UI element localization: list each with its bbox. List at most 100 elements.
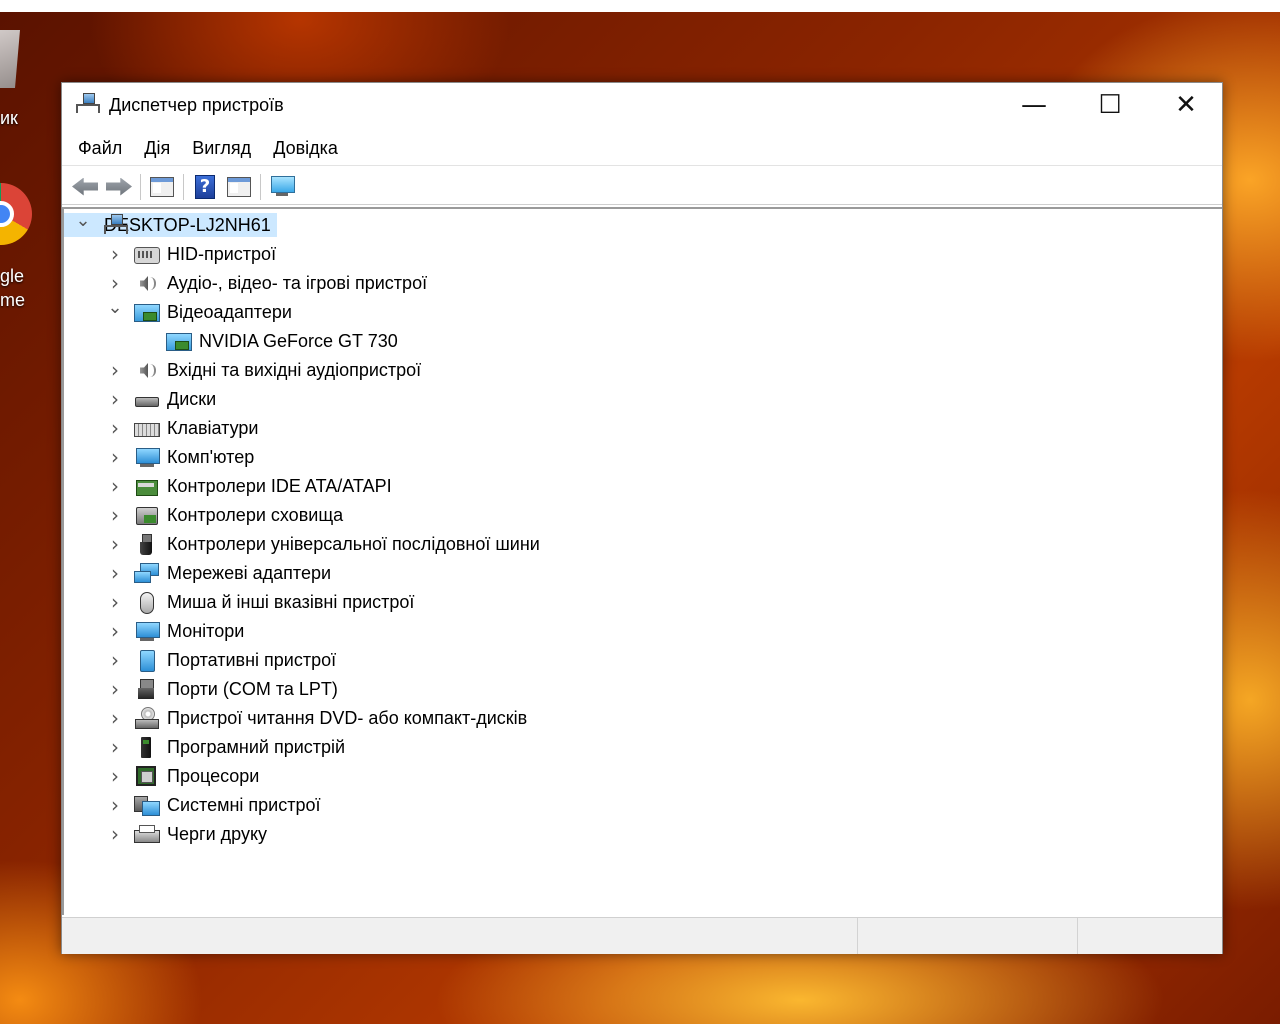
- chevron-right-icon[interactable]: ›: [108, 503, 122, 527]
- tree-category-node[interactable]: › Пристрої читання DVD- або компакт-дискі…: [64, 704, 1214, 732]
- chevron-right-icon[interactable]: ›: [108, 735, 122, 759]
- toolbar-separator: [183, 173, 184, 200]
- tree-category-node[interactable]: › Черги друку: [64, 820, 1214, 848]
- video-adapter-icon: [166, 330, 192, 352]
- tree-category-node[interactable]: › Процесори: [64, 762, 1214, 790]
- tree-category-node[interactable]: › Програмний пристрій: [64, 733, 1214, 761]
- help-button[interactable]: ?: [188, 172, 222, 202]
- properties-button[interactable]: [145, 172, 179, 202]
- toolbar-separator: [140, 173, 141, 200]
- close-button[interactable]: ✕: [1148, 83, 1224, 127]
- tree-category-node[interactable]: › Диски: [64, 385, 1214, 413]
- device-manager-window: Диспетчер пристроїв — ☐ ✕ Файл Дія Вигля…: [61, 82, 1223, 954]
- audio-icon: [134, 272, 158, 294]
- chevron-right-icon[interactable]: ›: [108, 358, 122, 382]
- tree-category-node[interactable]: › Системні пристрої: [64, 791, 1214, 819]
- tree-category-node[interactable]: › Контролери IDE ATA/ATAPI: [64, 472, 1214, 500]
- tree-category-label: Аудіо-, відео- та ігрові пристрої: [167, 273, 428, 293]
- chevron-right-icon[interactable]: ›: [108, 706, 122, 730]
- chevron-right-icon[interactable]: ›: [108, 619, 122, 643]
- title-bar[interactable]: Диспетчер пристроїв — ☐ ✕: [62, 83, 1222, 127]
- menu-bar: Файл Дія Вигляд Довідка: [62, 133, 1222, 166]
- storage-controller-icon: [134, 504, 158, 526]
- chevron-right-icon[interactable]: ›: [108, 532, 122, 556]
- chevron-down-icon[interactable]: ⌄: [107, 297, 122, 318]
- menu-action[interactable]: Дія: [133, 133, 181, 165]
- audio-icon: [134, 359, 158, 381]
- portable-device-icon: [134, 649, 158, 672]
- tree-category-label: Миша й інші вказівні пристрої: [167, 592, 415, 612]
- tree-category-node[interactable]: › Комп'ютер: [64, 443, 1214, 471]
- tree-category-label: Вхідні та вихідні аудіопристрої: [167, 360, 422, 380]
- chevron-right-icon[interactable]: ›: [108, 590, 122, 614]
- tree-category-label: Мережеві адаптери: [167, 563, 332, 583]
- tree-category-node[interactable]: › Аудіо-, відео- та ігрові пристрої: [64, 269, 1214, 297]
- chevron-right-icon[interactable]: ›: [108, 445, 122, 469]
- tree-category-node[interactable]: › Мережеві адаптери: [64, 559, 1214, 587]
- tree-category-node[interactable]: ⌄ Відеоадаптери: [64, 297, 1214, 326]
- keyboard-icon: [134, 417, 160, 439]
- tree-category-node[interactable]: › Портативні пристрої: [64, 646, 1214, 674]
- tree-category-label: Клавіатури: [167, 418, 259, 438]
- chevron-right-icon[interactable]: ›: [108, 416, 122, 440]
- usb-icon: [134, 533, 158, 555]
- toolbar-separator: [260, 173, 261, 200]
- tree-category-label: Відеоадаптери: [167, 302, 292, 322]
- tree-category-node[interactable]: › Контролери універсальної послідовної ши…: [64, 530, 1214, 558]
- tree-device-node[interactable]: NVIDIA GeForce GT 730: [64, 327, 1214, 355]
- window-title: Диспетчер пристроїв: [109, 95, 284, 115]
- chevron-right-icon[interactable]: ›: [108, 648, 122, 672]
- tree-root-node[interactable]: DESKTOP-LJ2NH61 ⌄: [64, 210, 1214, 239]
- tree-category-label: Диски: [167, 389, 217, 409]
- chrome-icon[interactable]: [0, 183, 32, 245]
- monitor-icon: [134, 620, 160, 642]
- chevron-right-icon[interactable]: ›: [108, 387, 122, 411]
- tree-category-label: Комп'ютер: [167, 447, 255, 467]
- chevron-right-icon[interactable]: ›: [108, 793, 122, 817]
- minimize-button[interactable]: —: [996, 83, 1072, 127]
- forward-arrow-icon: [106, 177, 132, 196]
- chevron-right-icon[interactable]: ›: [108, 764, 122, 788]
- tree-category-node[interactable]: › Миша й інші вказівні пристрої: [64, 588, 1214, 616]
- chevron-right-icon[interactable]: ›: [108, 822, 122, 846]
- tree-category-node[interactable]: › Вхідні та вихідні аудіопристрої: [64, 356, 1214, 384]
- chevron-right-icon[interactable]: ›: [108, 242, 122, 266]
- recycle-bin-icon[interactable]: [0, 30, 25, 90]
- update-driver-icon: [227, 176, 251, 197]
- menu-help[interactable]: Довідка: [262, 133, 349, 165]
- disk-icon: [134, 388, 159, 410]
- device-manager-app-icon: [76, 93, 100, 115]
- device-tree-pane[interactable]: DESKTOP-LJ2NH61 ⌄ › HID-пристрої › Аудіо-, ві…: [62, 207, 1222, 915]
- help-icon: ?: [195, 174, 215, 199]
- update-driver-button[interactable]: [222, 172, 256, 202]
- forward-button[interactable]: [102, 172, 136, 202]
- scan-hardware-button[interactable]: [265, 172, 299, 202]
- tree-category-node[interactable]: › Порти (COM та LPT): [64, 675, 1214, 703]
- tree-category-label: Контролери IDE ATA/ATAPI: [167, 476, 392, 496]
- network-adapter-icon: [134, 562, 159, 584]
- system-device-icon: [134, 794, 160, 816]
- video-adapter-icon: [134, 301, 160, 323]
- maximize-button[interactable]: ☐: [1072, 83, 1148, 127]
- chevron-right-icon[interactable]: ›: [108, 271, 122, 295]
- tree-category-label: Контролери сховища: [167, 505, 344, 525]
- tree-root-label: DESKTOP-LJ2NH61: [64, 213, 277, 237]
- chevron-right-icon[interactable]: ›: [108, 561, 122, 585]
- tree-category-label: Порти (COM та LPT): [167, 679, 338, 699]
- menu-view[interactable]: Вигляд: [181, 133, 262, 165]
- tree-category-node[interactable]: › HID-пристрої: [64, 240, 1214, 268]
- chevron-right-icon[interactable]: ›: [108, 474, 122, 498]
- top-strip: [0, 0, 1280, 12]
- back-arrow-icon: [72, 177, 98, 196]
- tree-category-node[interactable]: › Контролери сховища: [64, 501, 1214, 529]
- tree-category-node[interactable]: › Монітори: [64, 617, 1214, 645]
- tree-category-node[interactable]: › Клавіатури: [64, 414, 1214, 442]
- chevron-right-icon[interactable]: ›: [108, 677, 122, 701]
- back-button[interactable]: [68, 172, 102, 202]
- properties-icon: [150, 176, 174, 197]
- status-bar: [62, 917, 1222, 954]
- computer-icon: [134, 446, 160, 468]
- chevron-down-icon[interactable]: ⌄: [75, 210, 90, 231]
- menu-file[interactable]: Файл: [62, 133, 133, 165]
- hid-icon: [134, 243, 160, 265]
